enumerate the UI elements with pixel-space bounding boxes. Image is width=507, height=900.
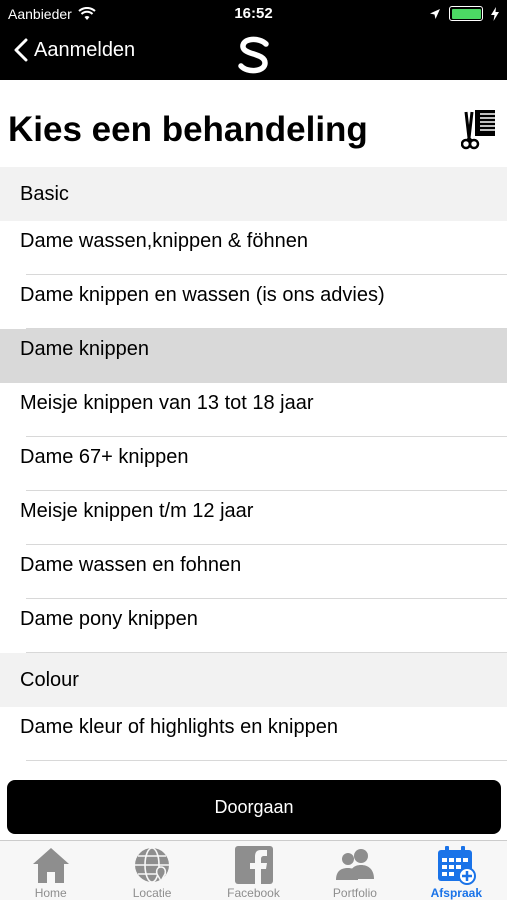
tab-locatie[interactable]: Locatie (101, 841, 202, 900)
tab-bar: Home Locatie Facebook Portfolio Afspraak (0, 840, 507, 900)
location-arrow-icon (430, 8, 440, 19)
tab-label: Locatie (132, 886, 172, 900)
status-right (429, 6, 499, 21)
tab-portfolio[interactable]: Portfolio (304, 841, 405, 900)
treatment-item[interactable]: Dame kleur of highlights en knippen (0, 707, 507, 761)
tab-facebook[interactable]: Facebook (203, 841, 304, 900)
section-header: Colour (0, 653, 507, 707)
treatment-item[interactable]: Dame pony knippen (0, 599, 507, 653)
brand-logo (238, 36, 269, 74)
continue-button[interactable]: Doorgaan (7, 780, 501, 834)
treatment-item[interactable]: Dame wassen,knippen & föhnen (0, 221, 507, 275)
treatment-item[interactable]: Dame knippen (0, 329, 507, 383)
status-bar: Aanbieder 16:52 (0, 0, 507, 28)
back-button[interactable]: Aanmelden (14, 38, 135, 62)
treatment-item[interactable]: Meisje knippen t/m 12 jaar (0, 491, 507, 545)
facebook-icon (234, 846, 273, 884)
charging-bolt-icon (491, 6, 499, 21)
tab-home[interactable]: Home (0, 841, 101, 900)
home-icon (32, 848, 69, 883)
treatment-list: Basic Dame wassen,knippen & föhnen Dame kn… (0, 167, 507, 761)
page-title: Kies een behandeling (8, 110, 368, 149)
chevron-left-icon (14, 38, 28, 62)
tab-label: Afspraak (430, 886, 482, 900)
battery-fill (451, 8, 481, 19)
tab-label: Portfolio (332, 886, 377, 900)
treatment-item[interactable]: Dame 67+ knippen (0, 437, 507, 491)
back-label: Aanmelden (34, 38, 136, 61)
battery-indicator (449, 6, 483, 21)
scissors-comb-icon (461, 110, 495, 150)
treatment-item[interactable]: Dame wassen en fohnen (0, 545, 507, 599)
tab-afspraak[interactable]: Afspraak (406, 841, 507, 900)
treatment-item[interactable]: Meisje knippen van 13 tot 18 jaar (0, 383, 507, 437)
nav-bar: Aanmelden (0, 28, 507, 80)
calendar-add-icon (438, 846, 477, 885)
title-row: Kies een behandeling (0, 80, 507, 167)
tab-label: Home (34, 886, 67, 900)
globe-icon (135, 847, 170, 883)
section-header: Basic (0, 167, 507, 221)
people-icon (335, 849, 374, 880)
tab-label: Facebook (227, 886, 280, 900)
treatment-item[interactable]: Dame knippen en wassen (is ons advies) (0, 275, 507, 329)
